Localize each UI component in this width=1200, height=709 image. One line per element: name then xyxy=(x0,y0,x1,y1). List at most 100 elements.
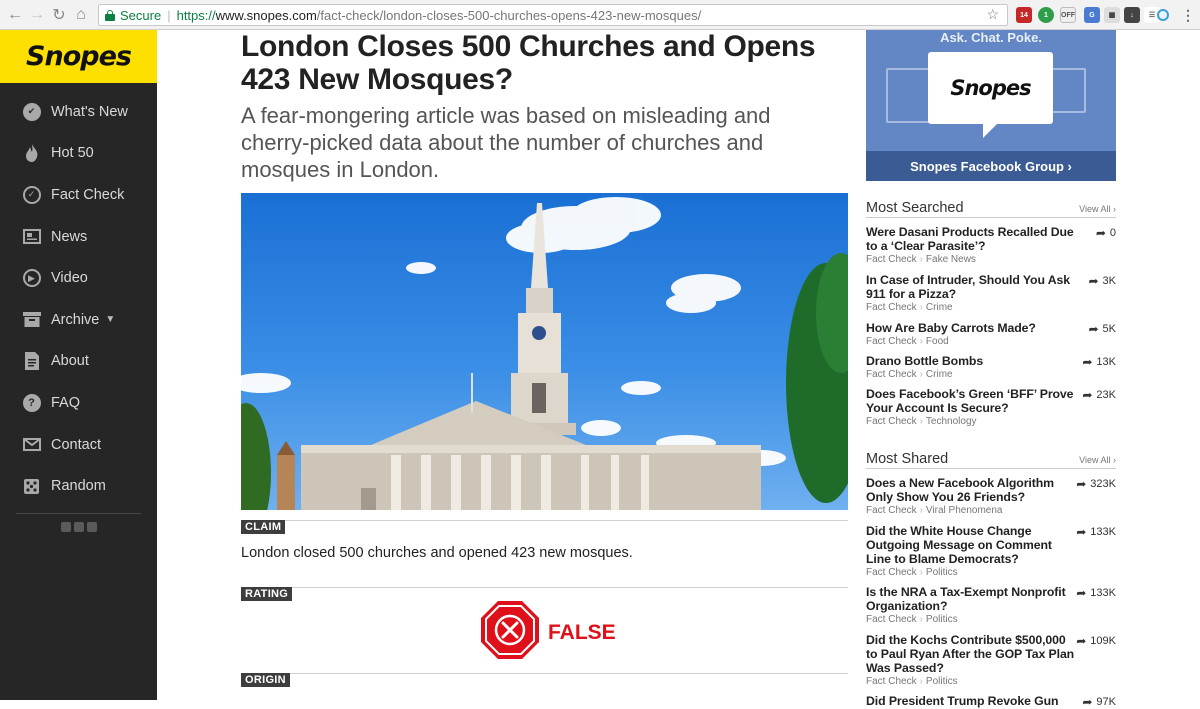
sidebar: Snopes ✔ What's New Hot 50 ✓ Fact Check … xyxy=(0,30,157,700)
item-category[interactable]: Crime xyxy=(926,302,953,313)
item-title[interactable]: Did the White House Change Outgoing Mess… xyxy=(866,524,1078,566)
share-count: 23K xyxy=(1096,389,1116,401)
sidebar-item-news[interactable]: News xyxy=(0,216,157,258)
sidebar-item-label: Contact xyxy=(51,436,101,453)
item-title[interactable]: Were Dasani Products Recalled Due to a ‘… xyxy=(866,225,1078,253)
item-title[interactable]: Is the NRA a Tax-Exempt Nonprofit Organi… xyxy=(866,585,1078,613)
share-count: 5K xyxy=(1102,323,1116,335)
most-searched-title: Most Searched xyxy=(866,200,964,216)
false-stop-sign-icon xyxy=(480,600,540,665)
item-title[interactable]: Did the Kochs Contribute $500,000 to Pau… xyxy=(866,633,1078,675)
item-title[interactable]: Drano Bottle Bombs xyxy=(866,354,1078,368)
sidebar-item-about[interactable]: About xyxy=(0,341,157,383)
sidebar-item-contact[interactable]: Contact xyxy=(0,424,157,466)
sidebar-item-label: What's New xyxy=(51,103,128,120)
list-item[interactable]: Did President Trump Revoke Gun ➦ 97K xyxy=(866,694,1116,709)
back-arrow-icon[interactable]: ← xyxy=(4,4,26,26)
sidebar-item-label: Hot 50 xyxy=(51,145,94,162)
rating-value: FALSE xyxy=(548,620,616,644)
browser-toolbar: ← → ↻ ⌂ Secure | https://www.snopes.com /… xyxy=(0,0,1200,30)
extension-calendar-icon[interactable]: 14 xyxy=(1016,7,1032,23)
sidebar-item-random[interactable]: Random xyxy=(0,465,157,507)
twitter-icon[interactable] xyxy=(73,521,84,532)
chat-bubble-icon xyxy=(1051,68,1086,113)
item-section[interactable]: Fact Check xyxy=(866,336,917,347)
sidebar-item-archive[interactable]: Archive ▼ xyxy=(0,299,157,341)
extension-grid-icon[interactable]: ▦ xyxy=(1104,7,1120,23)
facebook-group-promo[interactable]: Ask. Chat. Poke. Snopes Snopes Facebook … xyxy=(866,30,1116,181)
item-section[interactable]: Fact Check xyxy=(866,302,917,313)
list-item[interactable]: In Case of Intruder, Should You Ask 911 … xyxy=(866,273,1116,313)
hero-image-church xyxy=(241,193,848,510)
sidebar-item-hot-50[interactable]: Hot 50 xyxy=(0,133,157,175)
sidebar-item-whats-new[interactable]: ✔ What's New xyxy=(0,91,157,133)
item-category[interactable]: Politics xyxy=(926,676,958,687)
sidebar-item-fact-check[interactable]: ✓ Fact Check xyxy=(0,174,157,216)
extension-toggle-icon[interactable]: OFF xyxy=(1060,7,1076,23)
list-item[interactable]: Does Facebook’s Green ‘BFF’ Prove Your A… xyxy=(866,387,1116,427)
extension-translate-icon[interactable]: G xyxy=(1084,7,1100,23)
share-count: 97K xyxy=(1096,696,1116,708)
item-title[interactable]: Does a New Facebook Algorithm Only Show … xyxy=(866,476,1078,504)
news-icon xyxy=(22,227,41,246)
list-item[interactable]: Did the White House Change Outgoing Mess… xyxy=(866,524,1116,578)
facebook-group-link[interactable]: Snopes Facebook Group › xyxy=(866,151,1116,181)
address-bar[interactable]: Secure | https://www.snopes.com/fact-che… xyxy=(98,4,1008,26)
item-section[interactable]: Fact Check xyxy=(866,369,917,380)
share-count: 133K xyxy=(1090,526,1116,538)
list-item[interactable]: Drano Bottle Bombs Fact Check › Crime ➦ 13K xyxy=(866,354,1116,380)
item-category[interactable]: Politics xyxy=(926,614,958,625)
item-section[interactable]: Fact Check xyxy=(866,567,917,578)
dice-icon xyxy=(22,477,41,496)
archive-icon xyxy=(22,310,41,329)
home-icon[interactable]: ⌂ xyxy=(70,4,92,26)
item-section[interactable]: Fact Check xyxy=(866,505,917,516)
item-section[interactable]: Fact Check xyxy=(866,254,917,265)
facebook-icon[interactable] xyxy=(60,521,71,532)
item-category[interactable]: Crime xyxy=(926,369,953,380)
sidebar-item-video[interactable]: ▶ Video xyxy=(0,257,157,299)
item-title[interactable]: In Case of Intruder, Should You Ask 911 … xyxy=(866,273,1078,301)
item-section[interactable]: Fact Check xyxy=(866,676,917,687)
list-item[interactable]: Did the Kochs Contribute $500,000 to Pau… xyxy=(866,633,1116,687)
item-category[interactable]: Viral Phenomena xyxy=(926,505,1003,516)
view-all-link[interactable]: View All › xyxy=(1079,204,1116,214)
forward-arrow-icon[interactable]: → xyxy=(26,4,48,26)
item-title[interactable]: Does Facebook’s Green ‘BFF’ Prove Your A… xyxy=(866,387,1078,415)
sidebar-divider xyxy=(16,512,141,514)
browser-menu-icon[interactable]: ⋮ xyxy=(1180,7,1196,23)
share-count: 109K xyxy=(1090,635,1116,647)
extension-download-icon[interactable]: ↓ xyxy=(1124,7,1140,23)
item-section[interactable]: Fact Check xyxy=(866,416,917,427)
snopes-logo[interactable]: Snopes xyxy=(0,30,157,83)
bookmark-star-icon[interactable]: ☆ xyxy=(986,6,999,23)
article-title: London Closes 500 Churches and Opens 423… xyxy=(241,30,816,96)
item-category[interactable]: Politics xyxy=(926,567,958,578)
list-item[interactable]: Does a New Facebook Algorithm Only Show … xyxy=(866,476,1116,516)
item-section[interactable]: Fact Check xyxy=(866,614,917,625)
url-path: /fact-check/london-closes-500-churches-o… xyxy=(316,7,702,23)
list-item[interactable]: Were Dasani Products Recalled Due to a ‘… xyxy=(866,225,1116,265)
secure-label: Secure xyxy=(120,7,162,23)
share-count: 13K xyxy=(1096,356,1116,368)
list-item[interactable]: Is the NRA a Tax-Exempt Nonprofit Organi… xyxy=(866,585,1116,625)
url-scheme: https:// xyxy=(176,7,216,23)
question-icon: ? xyxy=(22,393,41,412)
item-category[interactable]: Fake News xyxy=(926,254,976,265)
item-title[interactable]: How Are Baby Carrots Made? xyxy=(866,321,1078,335)
item-category[interactable]: Technology xyxy=(926,416,977,427)
share-arrow-icon: ➦ xyxy=(1076,477,1087,491)
sidebar-item-faq[interactable]: ? FAQ xyxy=(0,382,157,424)
extension-circle-icon[interactable] xyxy=(1157,9,1169,21)
view-all-link[interactable]: View All › xyxy=(1079,455,1116,465)
sidebar-menu: ✔ What's New Hot 50 ✓ Fact Check News ▶ … xyxy=(0,83,157,507)
extension-badge-icon[interactable]: 1 xyxy=(1038,7,1054,23)
reload-icon[interactable]: ↻ xyxy=(48,4,70,26)
flame-icon xyxy=(22,144,41,163)
youtube-icon[interactable] xyxy=(86,521,97,532)
rating-label: RATING xyxy=(241,587,293,601)
item-title[interactable]: Did President Trump Revoke Gun xyxy=(866,694,1078,708)
item-category[interactable]: Food xyxy=(926,336,949,347)
envelope-icon xyxy=(22,435,41,454)
list-item[interactable]: How Are Baby Carrots Made? Fact Check › Fo… xyxy=(866,321,1116,347)
